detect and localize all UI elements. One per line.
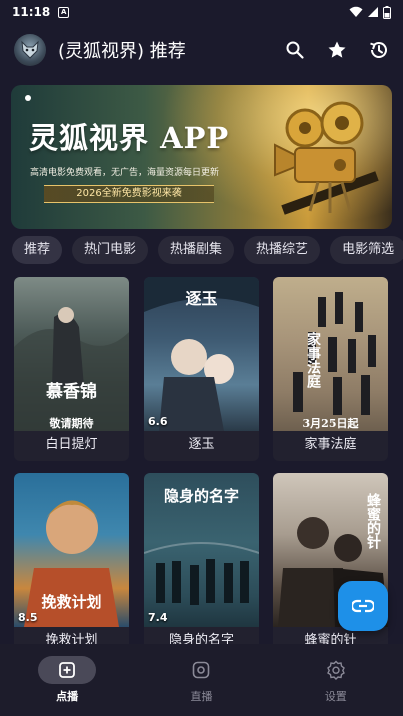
nav-icon-container	[38, 656, 97, 684]
bottom-navigation: 点播 直播 设置	[0, 644, 403, 716]
movie-rating: 6.6	[148, 415, 168, 428]
nav-icon-container	[172, 656, 230, 684]
nav-label: 点播	[56, 690, 79, 703]
nav-label: 直播	[190, 690, 213, 703]
search-icon	[286, 41, 304, 59]
movie-title: 白日提灯	[14, 431, 129, 461]
movie-poster: 慕香锦 敬请期待	[14, 277, 129, 431]
play-square-icon	[59, 662, 76, 678]
tab-hot-series[interactable]: 热播剧集	[158, 236, 235, 264]
nav-label: 设置	[324, 690, 347, 703]
app-bar: (灵狐视界) 推荐	[0, 30, 403, 70]
fox-logo-icon	[14, 34, 46, 66]
nav-item-live[interactable]: 直播	[161, 656, 241, 716]
link-fab-button[interactable]	[338, 581, 388, 631]
promo-banner[interactable]: 灵狐视界 APP 高清电影免费观看，无广告，海量资源每日更新 2026全新免费影…	[11, 85, 392, 229]
poster-title: 逐玉	[185, 289, 218, 308]
category-tabs: 推荐 热门电影 热播剧集 热播综艺 电影筛选	[12, 236, 403, 264]
tab-hot-variety[interactable]: 热播综艺	[244, 236, 321, 264]
favorites-button[interactable]	[325, 38, 349, 62]
search-button[interactable]	[283, 38, 307, 62]
wifi-icon	[349, 6, 363, 17]
movie-poster: 隐身的名字 7.4	[144, 473, 259, 627]
banner-promo: 2026全新免费影视来袭	[44, 185, 214, 203]
poster-title: 蜂蜜的针	[365, 493, 381, 549]
poster-art	[14, 307, 129, 431]
movie-card[interactable]: 慕香锦 敬请期待 白日提灯	[14, 277, 129, 461]
movie-rating: 7.4	[148, 611, 168, 624]
nav-item-settings[interactable]: 设置	[296, 656, 376, 716]
signal-icon	[368, 7, 378, 17]
live-icon	[193, 661, 210, 679]
status-bar: 11:18 A	[0, 0, 403, 24]
poster-subtitle: 敬请期待	[49, 417, 94, 430]
movie-card[interactable]: 挽救计划 8.5 挽救计划	[14, 473, 129, 657]
poster-subtitle: 3月25日起	[302, 417, 359, 430]
movie-title: 家事法庭	[273, 431, 388, 461]
status-icons	[349, 5, 391, 19]
movie-rating: 8.5	[18, 611, 38, 624]
nav-icon-container	[307, 656, 365, 684]
nav-item-vod[interactable]: 点播	[27, 656, 107, 716]
movie-poster: 逐玉 6.6	[144, 277, 259, 431]
page-title: (灵狐视界) 推荐	[58, 41, 186, 62]
banner-subtitle: 高清电影免费观看，无广告，海量资源每日更新	[30, 168, 220, 178]
poster-title: 家事法庭	[305, 332, 321, 388]
tab-hot-movies[interactable]: 热门电影	[72, 236, 149, 264]
status-time: 11:18	[12, 5, 51, 19]
history-button[interactable]	[367, 38, 391, 62]
notification-icon: A	[58, 6, 70, 18]
tab-movie-filter[interactable]: 电影筛选	[330, 236, 403, 264]
link-icon	[352, 599, 374, 613]
tab-recommend[interactable]: 推荐	[12, 236, 63, 264]
banner-headline: 灵狐视界 APP	[29, 121, 230, 155]
poster-title: 慕香锦	[46, 382, 97, 402]
movie-card[interactable]: 逐玉 6.6 逐玉	[144, 277, 259, 461]
history-icon	[370, 42, 387, 58]
carousel-indicator	[25, 95, 31, 101]
film-camera-icon	[274, 101, 379, 215]
poster-title: 挽救计划	[41, 593, 102, 611]
movie-poster: 挽救计划 8.5	[14, 473, 129, 627]
movie-poster: 家事法庭 3月25日起	[273, 277, 388, 431]
movie-title: 逐玉	[144, 431, 259, 461]
poster-title: 隐身的名字	[163, 487, 239, 505]
app-bar-actions	[283, 38, 391, 62]
movie-card[interactable]: 隐身的名字 7.4 隐身的名字	[144, 473, 259, 657]
star-icon	[328, 41, 346, 58]
settings-icon	[326, 660, 345, 680]
movie-card[interactable]: 家事法庭 3月25日起 家事法庭	[273, 277, 388, 461]
battery-icon	[383, 5, 391, 19]
